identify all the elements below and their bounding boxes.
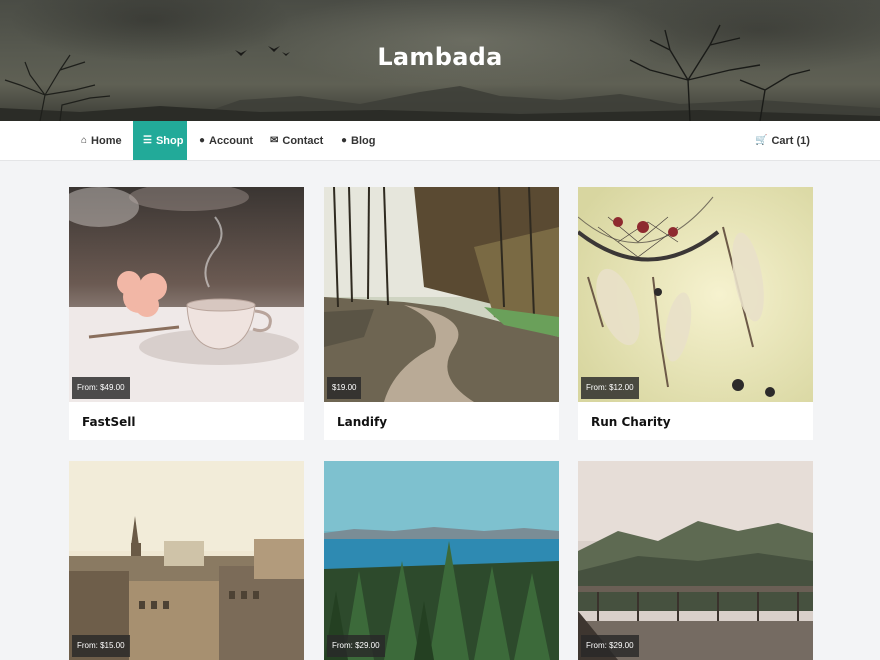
nav-home-label: Home xyxy=(91,134,122,147)
product-card[interactable]: $19.00 Landify xyxy=(324,187,559,440)
site-title[interactable]: Lambada xyxy=(0,43,880,71)
price-badge: From: $29.00 xyxy=(581,635,639,657)
misty-forest-balcony-photo xyxy=(578,461,813,660)
price-badge: From: $12.00 xyxy=(581,377,639,399)
nav-cart[interactable]: 🛒 Cart (1) xyxy=(745,121,820,160)
price-badge: $19.00 xyxy=(327,377,362,399)
nav-cart-label: Cart (1) xyxy=(771,134,810,147)
product-card[interactable]: From: $12.00 Run Charity xyxy=(578,187,813,440)
nav-blog[interactable]: ● Blog xyxy=(331,121,386,160)
product-card[interactable]: From: $29.00 xyxy=(578,461,813,660)
cart-icon: 🛒 xyxy=(755,135,768,146)
user-icon: ● xyxy=(199,135,206,146)
forest-road-photo xyxy=(324,187,559,402)
menu-icon: ☰ xyxy=(143,135,152,146)
price-badge: From: $15.00 xyxy=(72,635,130,657)
price-badge: From: $29.00 xyxy=(327,635,385,657)
product-title[interactable]: Landify xyxy=(337,415,387,429)
price-badge: From: $49.00 xyxy=(72,377,130,399)
nav-contact-label: Contact xyxy=(282,134,324,147)
tea-cup-flower-photo xyxy=(69,187,304,402)
nav-contact[interactable]: ✉ Contact xyxy=(260,121,333,160)
home-icon: ⌂ xyxy=(81,135,88,146)
product-image[interactable]: From: $29.00 xyxy=(578,461,813,660)
product-image[interactable]: $19.00 xyxy=(324,187,559,402)
product-title[interactable]: Run Charity xyxy=(591,415,671,429)
nav-shop-label: Shop xyxy=(155,134,184,147)
product-image[interactable]: From: $12.00 xyxy=(578,187,813,402)
main-navigation: ⌂ Home ☰ Shop ● Account ✉ Contact ● Blog… xyxy=(0,121,880,161)
product-image[interactable]: From: $15.00 xyxy=(69,461,304,660)
comments-icon: ● xyxy=(341,135,348,146)
sea-pine-forest-photo xyxy=(324,461,559,660)
nav-account[interactable]: ● Account xyxy=(189,121,263,160)
product-image[interactable]: From: $29.00 xyxy=(324,461,559,660)
hero-banner: Lambada xyxy=(0,0,880,121)
dreamcatcher-photo xyxy=(578,187,813,402)
envelope-icon: ✉ xyxy=(270,135,279,146)
city-rooftops-photo xyxy=(69,461,304,660)
nav-account-label: Account xyxy=(209,134,254,147)
nav-blog-label: Blog xyxy=(351,134,376,147)
product-card[interactable]: From: $15.00 xyxy=(69,461,304,660)
product-image[interactable]: From: $49.00 xyxy=(69,187,304,402)
product-card[interactable]: From: $49.00 FastSell xyxy=(69,187,304,440)
product-title[interactable]: FastSell xyxy=(82,415,135,429)
nav-home[interactable]: ⌂ Home xyxy=(71,121,132,160)
nav-shop[interactable]: ☰ Shop xyxy=(133,121,187,160)
product-card[interactable]: From: $29.00 xyxy=(324,461,559,660)
